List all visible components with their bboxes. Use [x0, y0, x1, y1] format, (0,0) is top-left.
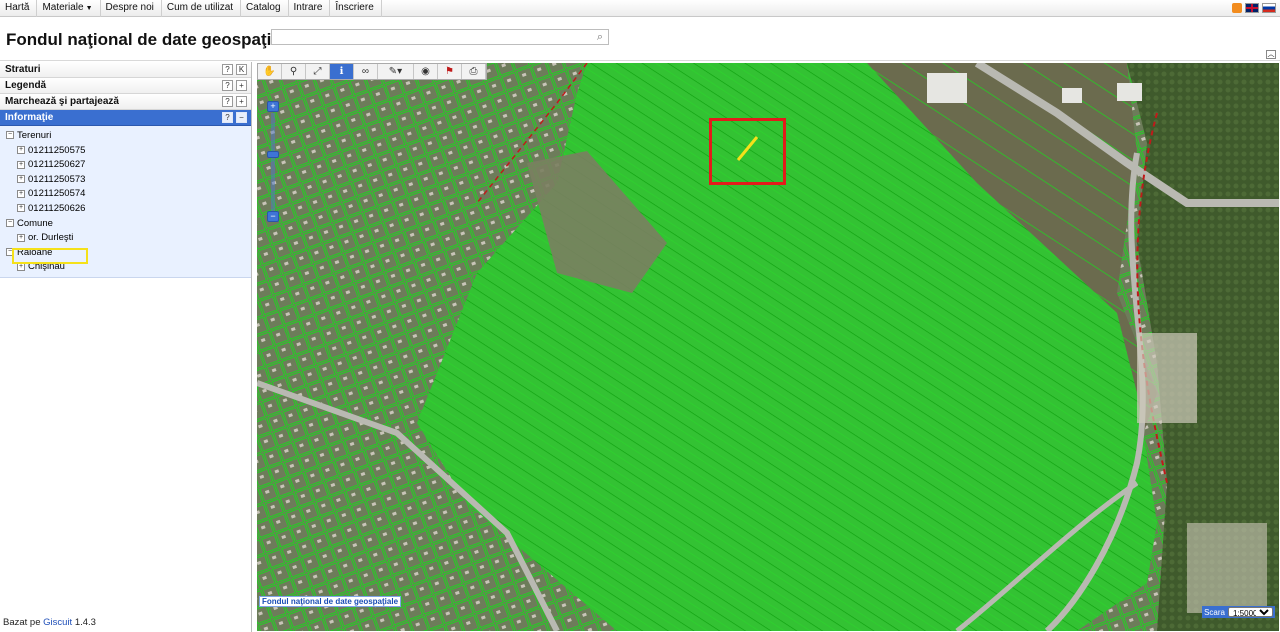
page-header: Fondul naţional de date geospaţiale ⌕ ︿ [0, 18, 1280, 61]
search-input[interactable] [272, 30, 582, 44]
tree-node-parcel[interactable]: +01211250575 [0, 144, 251, 159]
footer: Bazat pe Giscuit 1.4.3 [3, 617, 96, 628]
expand-icon[interactable]: + [236, 96, 247, 107]
chevron-down-icon: ▼ [85, 5, 93, 12]
sidebar: Straturi ? K Legendă ? + Marchează şi part… [0, 62, 252, 632]
tree-node-label: 01211250573 [28, 173, 86, 185]
plus-icon[interactable]: + [17, 146, 25, 155]
info-cursor-icon[interactable]: ℹ [330, 64, 354, 79]
menu-item-catalog[interactable]: Catalog [241, 0, 289, 17]
page-title: Fondul naţional de date geospaţiale [6, 30, 296, 49]
map-attribution: Fondul naţional de date geospaţiale [259, 596, 402, 607]
help-icon[interactable]: ? [222, 96, 233, 107]
tree-node-label: 01211250627 [28, 159, 86, 171]
info-tree: − Terenuri +01211250575 +01211250627 +012… [0, 126, 251, 278]
map-toolbar: ✋ ⚲ ⤢ ℹ ∞ ✎▾ ◉ ⚑ ⎙ [257, 63, 487, 80]
scale-control: Scara 1:5000 [1202, 606, 1275, 618]
plus-icon[interactable]: + [17, 189, 25, 198]
menu-item-despre-noi[interactable]: Despre noi [101, 0, 162, 17]
flag-icon[interactable]: ⚑ [438, 64, 462, 79]
tree-node-label: 01211250574 [28, 188, 86, 200]
collapse-icon[interactable]: − [236, 112, 247, 123]
tree-node-parcel[interactable]: +01211250573 [0, 173, 251, 188]
pan-hand-icon[interactable]: ✋ [258, 64, 282, 79]
top-menu-bar: Hartă Materiale ▼ Despre noi Cum de utili… [0, 0, 1280, 17]
section-label: Marchează şi partajează [5, 96, 119, 107]
selection-highlight [12, 248, 88, 264]
tree-node-label: 01211250626 [28, 202, 86, 214]
tree-node-label: Terenuri [17, 130, 52, 141]
full-extent-icon[interactable]: ⤢ [306, 64, 330, 79]
zoom-control: + − [267, 101, 279, 222]
giscuit-link[interactable]: Giscuit [43, 617, 72, 628]
collapse-header-button[interactable]: ︿ [1266, 50, 1276, 59]
menu-item-inscriere[interactable]: Înscriere [330, 0, 382, 17]
zoom-track[interactable] [271, 113, 275, 211]
zoom-slider-handle[interactable] [267, 151, 279, 158]
footer-version: 1.4.3 [74, 617, 96, 628]
rss-icon[interactable] [1232, 3, 1242, 13]
tree-node-label: 01211250575 [28, 144, 86, 156]
scale-label: Scara [1204, 607, 1225, 617]
selected-parcel-marker [709, 118, 786, 185]
tree-node-terenuri[interactable]: − Terenuri [0, 129, 251, 144]
minus-icon[interactable]: − [6, 131, 14, 140]
section-informatie[interactable]: Informaţie ? − [0, 110, 251, 126]
menu-item-materiale-label: Materiale [42, 2, 84, 13]
help-icon[interactable]: ? [222, 64, 233, 75]
tree-node-label: Comune [17, 217, 53, 229]
tree-node-parcel[interactable]: +01211250627 [0, 158, 251, 173]
collapse-all-icon[interactable]: K [236, 64, 247, 75]
target-icon[interactable]: ◉ [414, 64, 438, 79]
expand-icon[interactable]: + [236, 80, 247, 91]
tree-node-label: or. Durleşti [28, 232, 74, 244]
ru-flag-icon[interactable] [1262, 3, 1276, 13]
zoom-minus-button[interactable]: − [267, 211, 279, 222]
footer-prefix: Bazat pe [3, 617, 41, 628]
zoom-in-icon[interactable]: ⚲ [282, 64, 306, 79]
print-icon[interactable]: ⎙ [462, 64, 486, 79]
plus-icon[interactable]: + [17, 160, 25, 169]
section-straturi[interactable]: Straturi ? K [0, 62, 251, 78]
section-label: Legendă [5, 80, 47, 91]
help-icon[interactable]: ? [222, 80, 233, 91]
map-view[interactable]: ✋ ⚲ ⤢ ℹ ∞ ✎▾ ◉ ⚑ ⎙ + − Fondul naţional d… [257, 63, 1279, 631]
search-icon[interactable]: ⌕ [597, 31, 603, 44]
menu-item-harta[interactable]: Hartă [0, 0, 38, 17]
tree-node-parcel-selected[interactable]: +01211250574 [0, 187, 251, 202]
section-label: Straturi [5, 64, 41, 75]
section-marcheaza[interactable]: Marchează şi partajează ? + [0, 94, 251, 110]
tree-node-comune[interactable]: − Comune [0, 217, 251, 232]
plus-icon[interactable]: + [17, 262, 25, 271]
section-legenda[interactable]: Legendă ? + [0, 78, 251, 94]
menu-item-cum-de-utilizat[interactable]: Cum de utilizat [162, 0, 242, 17]
search-box: ⌕ [271, 29, 609, 45]
menu-item-intrare[interactable]: Intrare [289, 0, 331, 17]
help-icon[interactable]: ? [222, 112, 233, 123]
scale-select[interactable]: 1:5000 [1228, 607, 1273, 617]
binoculars-icon[interactable]: ∞ [354, 64, 378, 79]
tree-node-parcel[interactable]: +01211250626 [0, 202, 251, 217]
zoom-plus-button[interactable]: + [267, 101, 279, 112]
uk-flag-icon[interactable] [1245, 3, 1259, 13]
tree-node-comuna[interactable]: + or. Durleşti [0, 231, 251, 246]
section-label: Informaţie [5, 112, 54, 123]
plus-icon[interactable]: + [17, 175, 25, 184]
minus-icon[interactable]: − [6, 219, 14, 228]
plus-icon[interactable]: + [17, 233, 25, 242]
measure-dropdown-icon[interactable]: ✎▾ [378, 64, 414, 79]
plus-icon[interactable]: + [17, 204, 25, 213]
menu-item-materiale[interactable]: Materiale ▼ [37, 0, 101, 17]
